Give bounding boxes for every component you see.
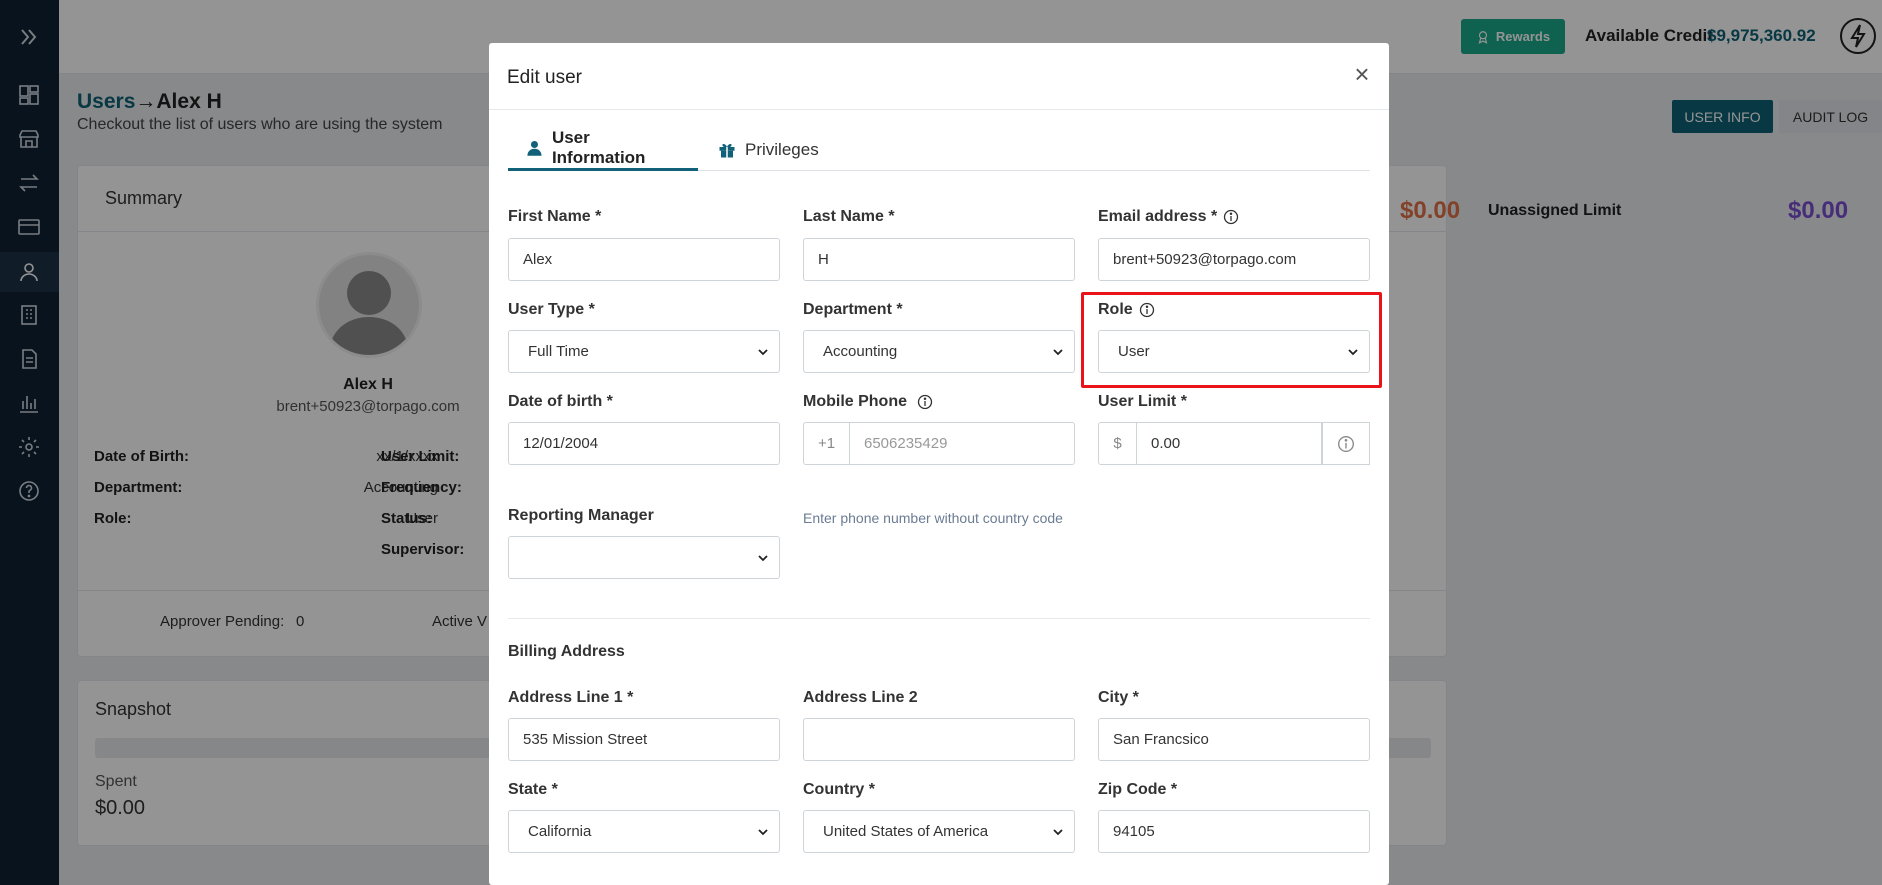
country-label: Country * bbox=[803, 781, 875, 798]
dob-input[interactable]: 12/01/2004 bbox=[508, 422, 780, 465]
close-icon[interactable]: × bbox=[1349, 61, 1375, 88]
chevron-down-icon bbox=[758, 348, 768, 355]
role-info-icon[interactable] bbox=[1139, 302, 1155, 318]
state-label: State * bbox=[508, 781, 558, 798]
user-type-value: Full Time bbox=[528, 343, 589, 360]
mobile-phone-label: Mobile Phone bbox=[803, 393, 933, 411]
chevron-down-icon bbox=[1053, 828, 1063, 835]
tab-privileges[interactable]: Privileges bbox=[700, 128, 837, 171]
email-field[interactable]: brent+50923@torpago.com bbox=[1098, 238, 1370, 281]
last-name-label: Last Name * bbox=[803, 208, 895, 225]
tab-user-information-label: User Information bbox=[551, 128, 646, 167]
chevron-down-icon bbox=[1348, 348, 1358, 355]
user-limit-info-button[interactable] bbox=[1322, 422, 1370, 465]
last-name-input[interactable]: H bbox=[803, 238, 1075, 281]
first-name-label: First Name * bbox=[508, 208, 602, 225]
address-line1-label: Address Line 1 * bbox=[508, 689, 634, 706]
chevron-down-icon bbox=[1053, 348, 1063, 355]
tab-privileges-label: Privileges bbox=[745, 139, 819, 159]
chevron-down-icon bbox=[758, 828, 768, 835]
email-info-icon[interactable] bbox=[1223, 209, 1239, 225]
role-select[interactable]: User bbox=[1098, 330, 1370, 373]
modal-title: Edit user bbox=[507, 67, 582, 88]
mobile-phone-value: 6506235429 bbox=[864, 435, 948, 452]
zip-code-label: Zip Code * bbox=[1098, 781, 1178, 798]
address-line1-input[interactable]: 535 Mission Street bbox=[508, 718, 780, 761]
modal-header: Edit user × bbox=[489, 43, 1389, 110]
user-type-label: User Type * bbox=[508, 301, 595, 318]
reporting-manager-label: Reporting Manager bbox=[508, 507, 654, 524]
address-line2-label: Address Line 2 bbox=[803, 689, 918, 706]
role-field-label: Role bbox=[1098, 301, 1155, 319]
state-select[interactable]: California bbox=[508, 810, 780, 853]
country-select-value: United States of America bbox=[823, 823, 989, 840]
zip-code-input[interactable]: 94105 bbox=[1098, 810, 1370, 853]
role-select-value: User bbox=[1118, 343, 1150, 360]
dob-field-label: Date of birth * bbox=[508, 393, 613, 410]
mobile-phone-input[interactable]: 6506235429 bbox=[849, 422, 1075, 465]
email-label: Email address * bbox=[1098, 208, 1239, 226]
tab-user-information[interactable]: User Information bbox=[508, 128, 698, 171]
chevron-down-icon bbox=[758, 554, 768, 561]
gift-icon bbox=[719, 143, 735, 157]
section-divider bbox=[508, 618, 1370, 619]
person-icon bbox=[527, 140, 542, 156]
state-select-value: California bbox=[528, 823, 592, 840]
billing-address-title: Billing Address bbox=[508, 643, 625, 660]
user-limit-field-label: User Limit * bbox=[1098, 393, 1187, 410]
address-line2-input[interactable] bbox=[803, 718, 1075, 761]
department-select-value: Accounting bbox=[823, 343, 898, 360]
country-select[interactable]: United States of America bbox=[803, 810, 1075, 853]
mobile-phone-info-icon[interactable] bbox=[917, 394, 933, 410]
reporting-manager-select[interactable] bbox=[508, 536, 780, 579]
info-icon bbox=[1338, 435, 1354, 452]
phone-helper-text: Enter phone number without country code bbox=[803, 510, 1063, 526]
user-type-select[interactable]: Full Time bbox=[508, 330, 780, 373]
phone-country-prefix: +1 bbox=[803, 422, 850, 465]
city-input[interactable]: San Francsico bbox=[1098, 718, 1370, 761]
user-limit-input[interactable]: 0.00 bbox=[1136, 422, 1322, 465]
city-label: City * bbox=[1098, 689, 1139, 706]
currency-prefix: $ bbox=[1098, 422, 1137, 465]
department-field-label: Department * bbox=[803, 301, 903, 318]
modal-tabs: User Information Privileges bbox=[508, 128, 1370, 171]
department-select[interactable]: Accounting bbox=[803, 330, 1075, 373]
first-name-input[interactable]: Alex bbox=[508, 238, 780, 281]
edit-user-modal: Edit user × User Information Privileges … bbox=[489, 43, 1389, 885]
